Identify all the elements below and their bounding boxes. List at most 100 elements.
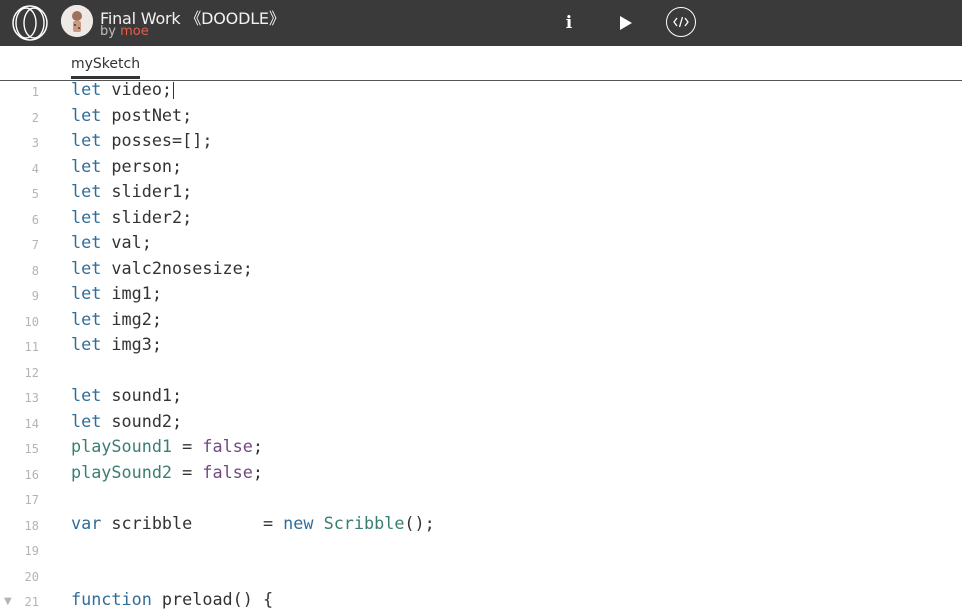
code-text: let video; [71,81,172,99]
code-text: let img2; [71,309,162,329]
code-token: (); [404,512,435,533]
code-line[interactable]: 9 let img1; [0,283,962,311]
code-view-button[interactable] [666,7,696,37]
line-number: 1 [31,85,39,99]
code-line[interactable]: 15 playSound1 = false; [0,436,962,464]
code-token: let [71,283,102,303]
code-text: let img1; [71,283,162,303]
tab-mysketch[interactable]: mySketch [71,56,141,79]
line-number: 4 [31,161,39,176]
info-button[interactable]: i [558,8,580,38]
code-line[interactable]: ▼ 21 function preload() { [0,589,962,616]
p5-logo-icon[interactable] [10,3,50,43]
code-line[interactable]: 13 let sound1; [0,385,962,413]
code-token: let [71,81,102,99]
line-number: 7 [31,238,39,252]
code-token: img1; [101,283,162,303]
code-line[interactable]: 2 let postNet; [0,105,962,133]
code-token: slider1; [101,181,193,201]
line-number: 2 [31,110,39,125]
code-line[interactable]: 14 let sound2; [0,410,962,439]
top-bar: Final Work 《DOODLE》 by moe i [0,0,962,46]
code-token: new [283,512,314,533]
line-number: 16 [24,467,39,482]
line-number: 15 [24,442,39,456]
line-number: 14 [24,416,39,431]
code-line[interactable]: 4 let person; [0,156,962,184]
code-token: sound1; [101,385,183,405]
code-text: let person; [71,156,182,176]
code-token: img2; [101,308,162,329]
line-number: 21 [24,595,39,609]
code-token: let [71,232,102,252]
play-icon [620,16,632,30]
code-token: ; [252,461,263,482]
code-line[interactable]: 3 let posses=[]; [0,130,962,158]
code-line[interactable]: 1 let video; [0,81,962,107]
code-line[interactable]: 6 let slider2; [0,207,962,235]
code-token: false [202,436,253,456]
code-token: ; [252,436,263,456]
sketch-byline: by moe [100,24,149,39]
code-line[interactable]: 18 var scribble = new Scribble(); [0,513,962,541]
code-token: playSound1 [71,436,173,456]
info-icon: i [565,13,573,33]
code-line[interactable]: 19 [0,540,962,566]
code-token: = [172,436,203,456]
code-token: let [71,334,102,354]
code-line[interactable]: 8 let valc2nosesize; [0,258,962,286]
code-line[interactable]: 11 let img3; [0,334,962,362]
line-number: 20 [24,569,39,584]
code-token: scribble = [101,512,284,533]
code-token: val; [101,232,152,252]
play-button[interactable] [614,8,638,38]
code-editor[interactable]: 1 let video; 2 let postNet; 3 let posses=[]; 4… [0,81,962,616]
code-token: Scribble [323,512,405,533]
code-text: var scribble = new Scribble(); [71,513,435,533]
line-number: 19 [24,544,39,558]
code-text: let valc2nosesize; [71,258,253,278]
line-number: 17 [24,493,39,507]
code-line[interactable]: 16 playSound2 = false; [0,462,962,490]
code-token: let [71,385,102,405]
code-token: valc2nosesize; [101,257,253,278]
code-token: person; [101,155,183,176]
code-text: playSound2 = false; [71,462,263,482]
code-line[interactable]: 7 let val; [0,232,962,260]
code-token: false [202,461,253,482]
line-number: 12 [24,365,39,380]
code-line[interactable]: 5 let slider1; [0,181,962,209]
code-token: let [71,104,102,125]
code-line[interactable]: 12 [0,362,962,388]
code-line[interactable]: 20 [0,566,962,592]
code-token: var [71,512,102,533]
code-text: let val; [71,232,152,252]
line-number: 10 [24,314,39,329]
line-number: 11 [24,340,39,354]
line-number: 9 [31,289,39,303]
line-number: 8 [31,263,39,278]
code-token: img3; [101,334,162,354]
code-token: let [71,181,102,201]
code-token: preload() { [151,589,274,609]
line-number: 18 [24,518,39,533]
line-number: 5 [31,187,39,201]
author-link[interactable]: moe [120,24,149,39]
code-token: let [71,257,102,278]
code-token: let [71,410,102,431]
line-number: 3 [31,136,39,150]
code-token: video; [101,81,173,99]
code-token: function [71,589,152,609]
code-token: = [172,461,203,482]
code-line[interactable]: 10 let img2; [0,309,962,337]
code-token: let [71,308,102,329]
avatar[interactable] [61,5,93,37]
code-text: playSound1 = false; [71,436,263,456]
code-text: let sound1; [71,385,182,405]
line-number: 6 [31,212,39,227]
code-text: let postNet; [71,105,192,125]
code-token: sound2; [101,410,183,431]
line-number: 13 [24,391,39,405]
code-line[interactable]: 17 [0,489,962,515]
